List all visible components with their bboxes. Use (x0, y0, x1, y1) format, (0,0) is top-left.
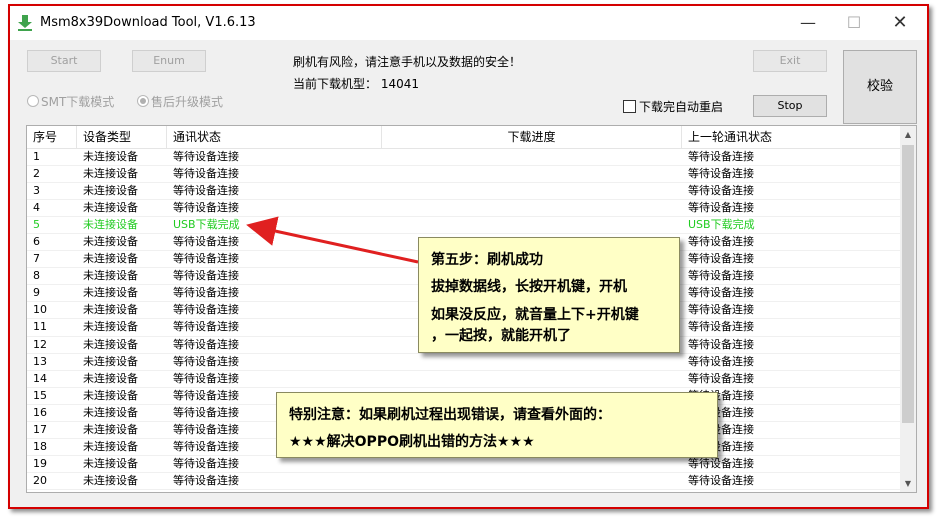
note-line: 如果没反应，就音量上下+开机键 (431, 307, 639, 323)
note-line: ★★★解决OPPO刷机出错的方法★★★ (289, 434, 535, 450)
arrow-line (246, 216, 419, 264)
note-line: 第五步：刷机成功 (431, 252, 543, 268)
annotation-note-warning: 特别注意：如果刷机过程出现错误，请查看外面的： ★★★解决OPPO刷机出错的方法… (276, 392, 718, 458)
annotation-note-success: 第五步：刷机成功 拔掉数据线，长按开机键，开机 如果没反应，就音量上下+开机键 … (418, 237, 680, 353)
note-line: 特别注意：如果刷机过程出现错误，请查看外面的： (289, 407, 611, 423)
note-line: 拔掉数据线，长按开机键，开机 (431, 279, 627, 295)
note-line: ，一起按，就能开机了 (431, 328, 571, 344)
